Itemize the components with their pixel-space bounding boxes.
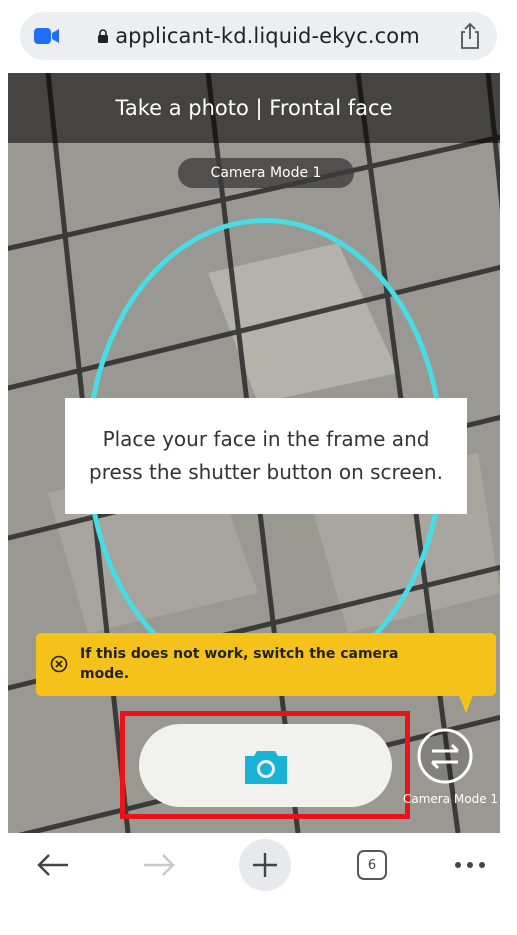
tab-count: 6 bbox=[367, 857, 377, 873]
camera-mode-warning: If this does not work, switch the camera… bbox=[36, 633, 496, 696]
switch-camera-mode-button[interactable] bbox=[416, 727, 474, 785]
lock-icon bbox=[98, 29, 109, 43]
url-text[interactable]: applicant-kd.liquid-ekyc.com bbox=[115, 24, 420, 48]
plus-icon bbox=[239, 839, 291, 891]
share-icon[interactable] bbox=[457, 22, 483, 50]
back-button[interactable] bbox=[30, 835, 76, 895]
more-dots-icon bbox=[455, 862, 485, 868]
tabs-icon: 6 bbox=[357, 850, 387, 880]
address-bar[interactable]: applicant-kd.liquid-ekyc.com bbox=[20, 12, 497, 60]
instruction-line-1: Place your face in the frame and bbox=[102, 427, 430, 451]
warning-pointer bbox=[458, 693, 474, 713]
instruction-line-2: press the shutter button on screen. bbox=[89, 460, 443, 484]
close-circle-icon[interactable] bbox=[50, 655, 68, 673]
warning-line-1: If this does not work, switch the camera bbox=[80, 646, 399, 662]
warning-line-2: mode. bbox=[80, 666, 130, 682]
page-title: Take a photo | Frontal face bbox=[8, 73, 500, 143]
new-tab-button[interactable] bbox=[238, 835, 292, 895]
camera-viewport: Take a photo | Frontal face Camera Mode … bbox=[8, 73, 500, 833]
instruction-box: Place your face in the frame and press t… bbox=[65, 398, 467, 514]
forward-arrow-icon bbox=[144, 854, 175, 876]
tabs-button[interactable]: 6 bbox=[352, 835, 392, 895]
more-button[interactable] bbox=[448, 835, 492, 895]
back-arrow-icon bbox=[37, 854, 68, 876]
shutter-highlight-box bbox=[120, 711, 410, 819]
switch-mode-label: Camera Mode 1 bbox=[403, 792, 499, 806]
forward-button[interactable] bbox=[136, 835, 182, 895]
camera-mode-badge: Camera Mode 1 bbox=[178, 158, 354, 188]
browser-toolbar: 6 bbox=[0, 835, 517, 895]
